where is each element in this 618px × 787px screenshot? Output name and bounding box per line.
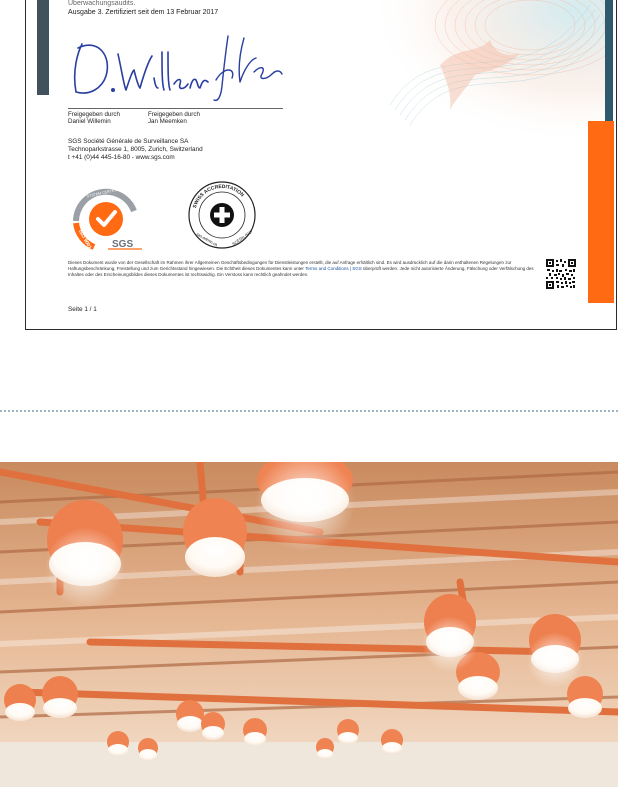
terms-and-conditions-link[interactable]: Terms and Conditions | SGS: [305, 266, 362, 271]
guilloche-background-pattern: [380, 0, 610, 145]
disclaimer-line-1: Dieses Dokument wurde von der Gesellscha…: [68, 260, 454, 265]
certificate-document: Überwachungsaudits. Ausgabe 3. Zertifizi…: [25, 0, 617, 330]
company-address: Technoparkstrasse 1, 8005, Zurich, Switz…: [68, 146, 203, 153]
certification-issue-text: Überwachungsaudits. Ausgabe 3. Zertifizi…: [68, 0, 218, 17]
company-contact: t +41 (0)44 445-16-80 - www.sgs.com: [68, 154, 175, 161]
signer-1: Freigegeben durch Daniel Willemin: [68, 111, 120, 125]
company-name: SGS Société Générale de Surveillance SA: [68, 138, 189, 145]
ceiling-lamps-image: [0, 462, 618, 787]
qr-code: [546, 259, 576, 289]
company-address-block: SGS Société Générale de Surveillance SA …: [68, 138, 203, 162]
dotted-divider: [0, 410, 618, 412]
iso-9001-certification-badge: SYSTEM CERTIFICATION ISO 9001 SGS: [73, 186, 142, 251]
signer-2-role: Freigegeben durch: [147, 111, 200, 118]
right-blue-stripe: [605, 0, 613, 123]
audit-line-2: Ausgabe 3. Zertifiziert seit dem 13 Febr…: [68, 9, 219, 16]
signer-1-role: Freigegeben durch: [68, 111, 120, 118]
left-color-stripe: [37, 0, 49, 95]
signer-2: Freigegeben durch Jan Meemken: [148, 111, 200, 125]
signer-2-name: Jan Meemken: [147, 118, 187, 126]
signers-block: Freigegeben durch Daniel Willemin Freige…: [68, 111, 200, 125]
right-orange-stripe: [588, 121, 614, 303]
legal-disclaimer: Dieses Dokument wurde von der Gesellscha…: [68, 260, 538, 279]
svg-text:SGS: SGS: [112, 239, 133, 250]
signer-1-name: Daniel Willemin: [68, 118, 111, 126]
svg-text:ISO 9001: ISO 9001: [77, 229, 93, 250]
signature-line: [68, 108, 283, 109]
audit-line-1: Überwachungsaudits.: [68, 0, 136, 7]
swiss-accreditation-badge: SWISS ACCREDITATION sas.admin.ch SCESm 0…: [188, 181, 256, 249]
page-number: Seite 1 / 1: [68, 306, 97, 313]
handwritten-signatures: [73, 35, 283, 102]
disclaimer-line-3: überprüft werden.: [363, 266, 399, 272]
